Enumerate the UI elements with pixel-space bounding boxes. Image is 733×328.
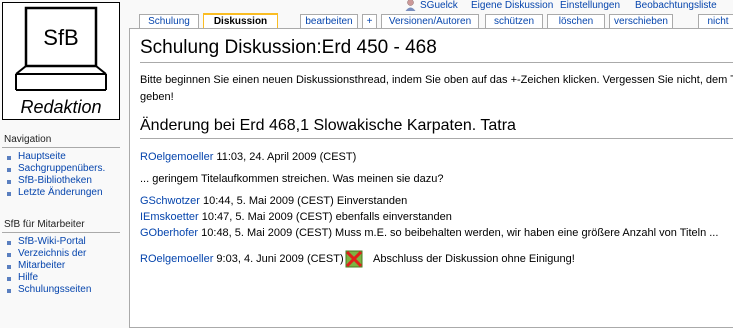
tab-edit[interactable]: bearbeiten <box>300 14 358 28</box>
post-1-user-link[interactable]: ROelgemoeller <box>140 151 213 163</box>
logo-bottom-text: Redaktion <box>20 97 101 117</box>
sidebar-item-hauptseite[interactable]: Hauptseite <box>5 151 123 163</box>
sidebar-item-bibliotheken[interactable]: SfB-Bibliotheken <box>5 175 123 187</box>
sfb-logo[interactable]: SfB Redaktion <box>2 2 120 120</box>
post-4-user-link[interactable]: GOberhofer <box>140 227 198 239</box>
post-5-text: 9:03, 4. Juni 2009 (CEST) <box>213 253 344 265</box>
post-1-text: 11:03, 24. April 2009 (CEST) <box>213 151 357 163</box>
sidebar-item-schulungsseiten[interactable]: Schulungsseiten <box>5 284 123 296</box>
post-1: ROelgemoeller 11:03, 24. April 2009 (CES… <box>140 151 356 163</box>
tab-schulung[interactable]: Schulung <box>139 14 199 28</box>
navigation-divider <box>2 147 120 148</box>
title-divider <box>140 62 733 63</box>
sidebar-item-sachgruppen[interactable]: Sachgruppenübers. <box>5 163 123 175</box>
tab-delete[interactable]: löschen <box>547 14 605 28</box>
tab-history[interactable]: Versionen/Autoren <box>381 14 479 28</box>
navigation-list: Hauptseite Sachgruppenübers. SfB-Bibliot… <box>5 151 123 199</box>
post-3-text: 10:47, 5. Mai 2009 (CEST) ebenfalls einv… <box>198 211 452 223</box>
tab-protect[interactable]: schützen <box>485 14 543 28</box>
content-area: Schulung Diskussion:Erd 450 - 468 Bitte … <box>129 28 733 328</box>
rejected-icon <box>345 250 363 268</box>
staff-list: SfB-Wiki-Portal Verzeichnis der Mitarbei… <box>5 236 123 296</box>
post-5-user-link[interactable]: ROelgemoeller <box>140 253 213 265</box>
sidebar-item-letzte-aenderungen[interactable]: Letzte Änderungen <box>5 187 123 199</box>
staff-heading: SfB für Mitarbeiter <box>4 219 85 230</box>
sidebar-item-verzeichnis[interactable]: Verzeichnis der <box>5 248 123 260</box>
staff-divider <box>2 232 120 233</box>
post-4: GOberhofer 10:48, 5. Mai 2009 (CEST) Mus… <box>140 227 718 239</box>
post-5: ROelgemoeller 9:03, 4. Juni 2009 (CEST) <box>140 253 344 265</box>
logo-top-text: SfB <box>43 25 78 50</box>
navigation-heading: Navigation <box>4 134 52 145</box>
personal-discussion-link[interactable]: Eigene Diskussion <box>471 0 553 11</box>
section-divider <box>140 138 733 139</box>
user-icon <box>405 0 416 14</box>
post-2-text: 10:44, 5. Mai 2009 (CEST) Einverstanden <box>199 195 408 207</box>
sidebar-item-hilfe[interactable]: Hilfe <box>5 272 123 284</box>
personal-watchlist-link[interactable]: Beobachtungsliste <box>635 0 717 11</box>
sidebar-item-wiki-portal[interactable]: SfB-Wiki-Portal <box>5 236 123 248</box>
tab-move[interactable]: verschieben <box>609 14 673 28</box>
tab-watch[interactable]: nicht <box>698 14 733 28</box>
tab-diskussion[interactable]: Diskussion <box>203 13 278 29</box>
personal-username-link[interactable]: SGuelck <box>420 0 458 11</box>
page-title: Schulung Diskussion:Erd 450 - 468 <box>140 37 437 58</box>
closing-text: Abschluss der Diskussion ohne Einigung! <box>373 253 575 265</box>
intro-line-2: geben! <box>140 91 174 103</box>
post-1-body-text: ... geringem Titelaufkommen streichen. W… <box>140 173 444 185</box>
personal-tools: SGuelck Eigene Diskussion Einstellungen … <box>405 0 733 12</box>
post-3: IEmskoetter 10:47, 5. Mai 2009 (CEST) eb… <box>140 211 452 223</box>
post-3-user-link[interactable]: IEmskoetter <box>140 211 199 223</box>
sidebar-item-mitarbeiter[interactable]: Mitarbeiter <box>5 260 123 272</box>
tab-add-section[interactable]: + <box>362 14 377 28</box>
personal-settings-link[interactable]: Einstellungen <box>560 0 620 11</box>
post-2: GSchwotzer 10:44, 5. Mai 2009 (CEST) Ein… <box>140 195 407 207</box>
post-4-text: 10:48, 5. Mai 2009 (CEST) Muss m.E. so b… <box>198 227 719 239</box>
section-heading: Änderung bei Erd 468,1 Slowakische Karpa… <box>140 117 516 134</box>
post-2-user-link[interactable]: GSchwotzer <box>140 195 200 207</box>
intro-line-1: Bitte beginnen Sie einen neuen Diskussio… <box>140 74 733 86</box>
post-1-body: ... geringem Titelaufkommen streichen. W… <box>140 173 443 185</box>
